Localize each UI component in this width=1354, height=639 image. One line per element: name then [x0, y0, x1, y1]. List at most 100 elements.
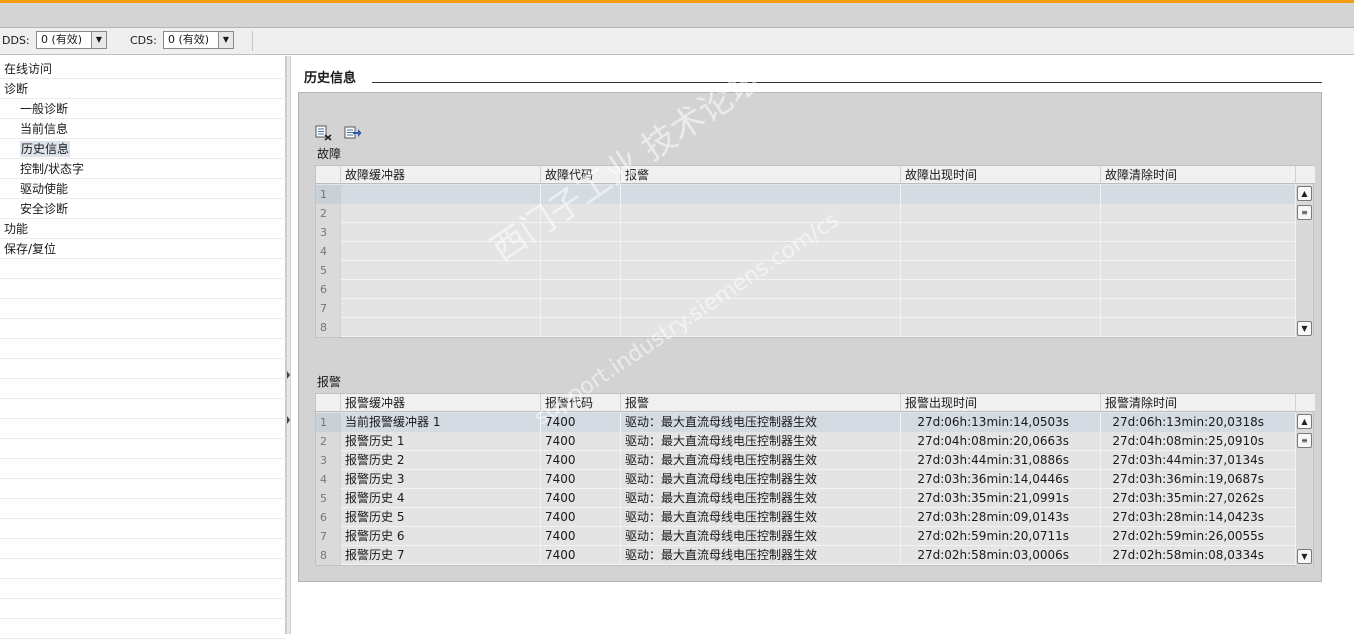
fault-cell-buffer[interactable]	[341, 185, 541, 204]
alarm-table-row[interactable]: 8 报警历史 7 7400 驱动：最大直流母线电压控制器生效 27d:02h:58min…	[316, 546, 1296, 565]
dds-select[interactable]: 0 (有效) ▼	[36, 31, 107, 49]
alarm-cell-clear[interactable]: 27d:03h:36min:19,0687s	[1101, 470, 1296, 489]
fault-cell-code[interactable]	[541, 223, 621, 242]
nav-item[interactable]: 在线访问	[0, 59, 286, 79]
scroll-up-arrow-icon[interactable]: ▲	[1297, 186, 1312, 201]
alarm-cell-start[interactable]: 27d:03h:36min:14,0446s	[901, 470, 1101, 489]
alarm-cell-code[interactable]: 7400	[541, 451, 621, 470]
scroll-up-arrow-icon[interactable]: ▲	[1297, 414, 1312, 429]
alarm-cell-buffer[interactable]: 报警历史 1	[341, 432, 541, 451]
fault-table-row[interactable]: 3	[316, 223, 1296, 242]
fault-cell-msg[interactable]	[621, 204, 901, 223]
alarm-cell-code[interactable]: 7400	[541, 413, 621, 432]
fault-cell-msg[interactable]	[621, 223, 901, 242]
fault-cell-start[interactable]	[901, 242, 1101, 261]
panel-splitter[interactable]	[286, 56, 291, 634]
alarm-cell-clear[interactable]: 27d:03h:28min:14,0423s	[1101, 508, 1296, 527]
nav-item[interactable]: 一般诊断	[0, 99, 286, 119]
fault-cell-code[interactable]	[541, 299, 621, 318]
fault-cell-msg[interactable]	[621, 299, 901, 318]
alarm-cell-buffer[interactable]: 报警历史 7	[341, 546, 541, 565]
fault-cell-start[interactable]	[901, 280, 1101, 299]
fault-cell-msg[interactable]	[621, 280, 901, 299]
chevron-down-icon[interactable]: ▼	[218, 32, 233, 48]
fault-scrollbar[interactable]: ▲ ≡ ▼	[1295, 185, 1313, 338]
alarm-cell-start[interactable]: 27d:02h:59min:20,0711s	[901, 527, 1101, 546]
fault-cell-code[interactable]	[541, 261, 621, 280]
fault-cell-msg[interactable]	[621, 242, 901, 261]
alarm-table-row[interactable]: 4 报警历史 3 7400 驱动：最大直流母线电压控制器生效 27d:03h:36min…	[316, 470, 1296, 489]
alarm-cleared-header[interactable]: 报警清除时间	[1101, 394, 1296, 412]
fault-cell-clear[interactable]	[1101, 204, 1296, 223]
alarm-cell-start[interactable]: 27d:04h:08min:20,0663s	[901, 432, 1101, 451]
fault-cell-code[interactable]	[541, 280, 621, 299]
alarm-cell-clear[interactable]: 27d:03h:35min:27,0262s	[1101, 489, 1296, 508]
fault-cell-code[interactable]	[541, 185, 621, 204]
fault-table-row[interactable]: 1	[316, 185, 1296, 204]
alarm-buffer-header[interactable]: 报警缓冲器	[341, 394, 541, 412]
alarm-cell-msg[interactable]: 驱动：最大直流母线电压控制器生效	[621, 527, 901, 546]
fault-cell-buffer[interactable]	[341, 204, 541, 223]
fault-table-row[interactable]: 5	[316, 261, 1296, 280]
fault-occurred-header[interactable]: 故障出现时间	[901, 166, 1101, 184]
alarm-cell-code[interactable]: 7400	[541, 432, 621, 451]
alarm-cell-code[interactable]: 7400	[541, 489, 621, 508]
fault-cell-code[interactable]	[541, 318, 621, 337]
fault-cell-clear[interactable]	[1101, 318, 1296, 337]
alarm-table-row[interactable]: 3 报警历史 2 7400 驱动：最大直流母线电压控制器生效 27d:03h:44min…	[316, 451, 1296, 470]
fault-alarm-header[interactable]: 报警	[621, 166, 901, 184]
delete-log-icon[interactable]	[315, 125, 333, 141]
fault-cell-code[interactable]	[541, 242, 621, 261]
alarm-cell-msg[interactable]: 驱动：最大直流母线电压控制器生效	[621, 546, 901, 565]
alarm-occurred-header[interactable]: 报警出现时间	[901, 394, 1101, 412]
fault-table-row[interactable]: 6	[316, 280, 1296, 299]
fault-cell-buffer[interactable]	[341, 261, 541, 280]
scroll-thumb-icon[interactable]: ≡	[1297, 205, 1312, 220]
nav-item[interactable]: 功能	[0, 219, 286, 239]
alarm-cell-buffer[interactable]: 报警历史 5	[341, 508, 541, 527]
alarm-cell-clear[interactable]: 27d:06h:13min:20,0318s	[1101, 413, 1296, 432]
fault-cell-clear[interactable]	[1101, 242, 1296, 261]
nav-item[interactable]: 保存/复位	[0, 239, 286, 259]
fault-cell-start[interactable]	[901, 318, 1101, 337]
chevron-down-icon[interactable]: ▼	[91, 32, 106, 48]
fault-cell-start[interactable]	[901, 261, 1101, 280]
fault-table-row[interactable]: 2	[316, 204, 1296, 223]
fault-cell-buffer[interactable]	[341, 242, 541, 261]
alarm-table-row[interactable]: 6 报警历史 5 7400 驱动：最大直流母线电压控制器生效 27d:03h:28min…	[316, 508, 1296, 527]
fault-table-row[interactable]: 7	[316, 299, 1296, 318]
nav-item[interactable]: 历史信息	[0, 139, 286, 159]
cds-select[interactable]: 0 (有效) ▼	[163, 31, 234, 49]
fault-cell-buffer[interactable]	[341, 280, 541, 299]
fault-table-row[interactable]: 8	[316, 318, 1296, 337]
fault-cell-buffer[interactable]	[341, 223, 541, 242]
alarm-cell-clear[interactable]: 27d:04h:08min:25,0910s	[1101, 432, 1296, 451]
alarm-cell-start[interactable]: 27d:06h:13min:14,0503s	[901, 413, 1101, 432]
fault-cleared-header[interactable]: 故障清除时间	[1101, 166, 1296, 184]
alarm-cell-buffer[interactable]: 当前报警缓冲器 1	[341, 413, 541, 432]
nav-item[interactable]: 驱动使能	[0, 179, 286, 199]
alarm-cell-code[interactable]: 7400	[541, 470, 621, 489]
alarm-cell-msg[interactable]: 驱动：最大直流母线电压控制器生效	[621, 451, 901, 470]
alarm-code-header[interactable]: 报警代码	[541, 394, 621, 412]
nav-item[interactable]: 控制/状态字	[0, 159, 286, 179]
alarm-cell-msg[interactable]: 驱动：最大直流母线电压控制器生效	[621, 413, 901, 432]
expand-arrow-icon[interactable]	[287, 416, 290, 424]
fault-cell-start[interactable]	[901, 204, 1101, 223]
alarm-scrollbar[interactable]: ▲ ≡ ▼	[1295, 413, 1313, 566]
alarm-cell-start[interactable]: 27d:03h:44min:31,0886s	[901, 451, 1101, 470]
fault-cell-msg[interactable]	[621, 261, 901, 280]
scroll-down-arrow-icon[interactable]: ▼	[1297, 321, 1312, 336]
fault-cell-clear[interactable]	[1101, 299, 1296, 318]
fault-cell-buffer[interactable]	[341, 318, 541, 337]
fault-table-row[interactable]: 4	[316, 242, 1296, 261]
fault-cell-msg[interactable]	[621, 185, 901, 204]
alarm-table-row[interactable]: 2 报警历史 1 7400 驱动：最大直流母线电压控制器生效 27d:04h:08min…	[316, 432, 1296, 451]
alarm-table-row[interactable]: 5 报警历史 4 7400 驱动：最大直流母线电压控制器生效 27d:03h:35min…	[316, 489, 1296, 508]
alarm-cell-clear[interactable]: 27d:02h:58min:08,0334s	[1101, 546, 1296, 565]
fault-cell-msg[interactable]	[621, 318, 901, 337]
fault-cell-code[interactable]	[541, 204, 621, 223]
alarm-cell-buffer[interactable]: 报警历史 4	[341, 489, 541, 508]
alarm-table-row[interactable]: 7 报警历史 6 7400 驱动：最大直流母线电压控制器生效 27d:02h:59min…	[316, 527, 1296, 546]
fault-code-header[interactable]: 故障代码	[541, 166, 621, 184]
